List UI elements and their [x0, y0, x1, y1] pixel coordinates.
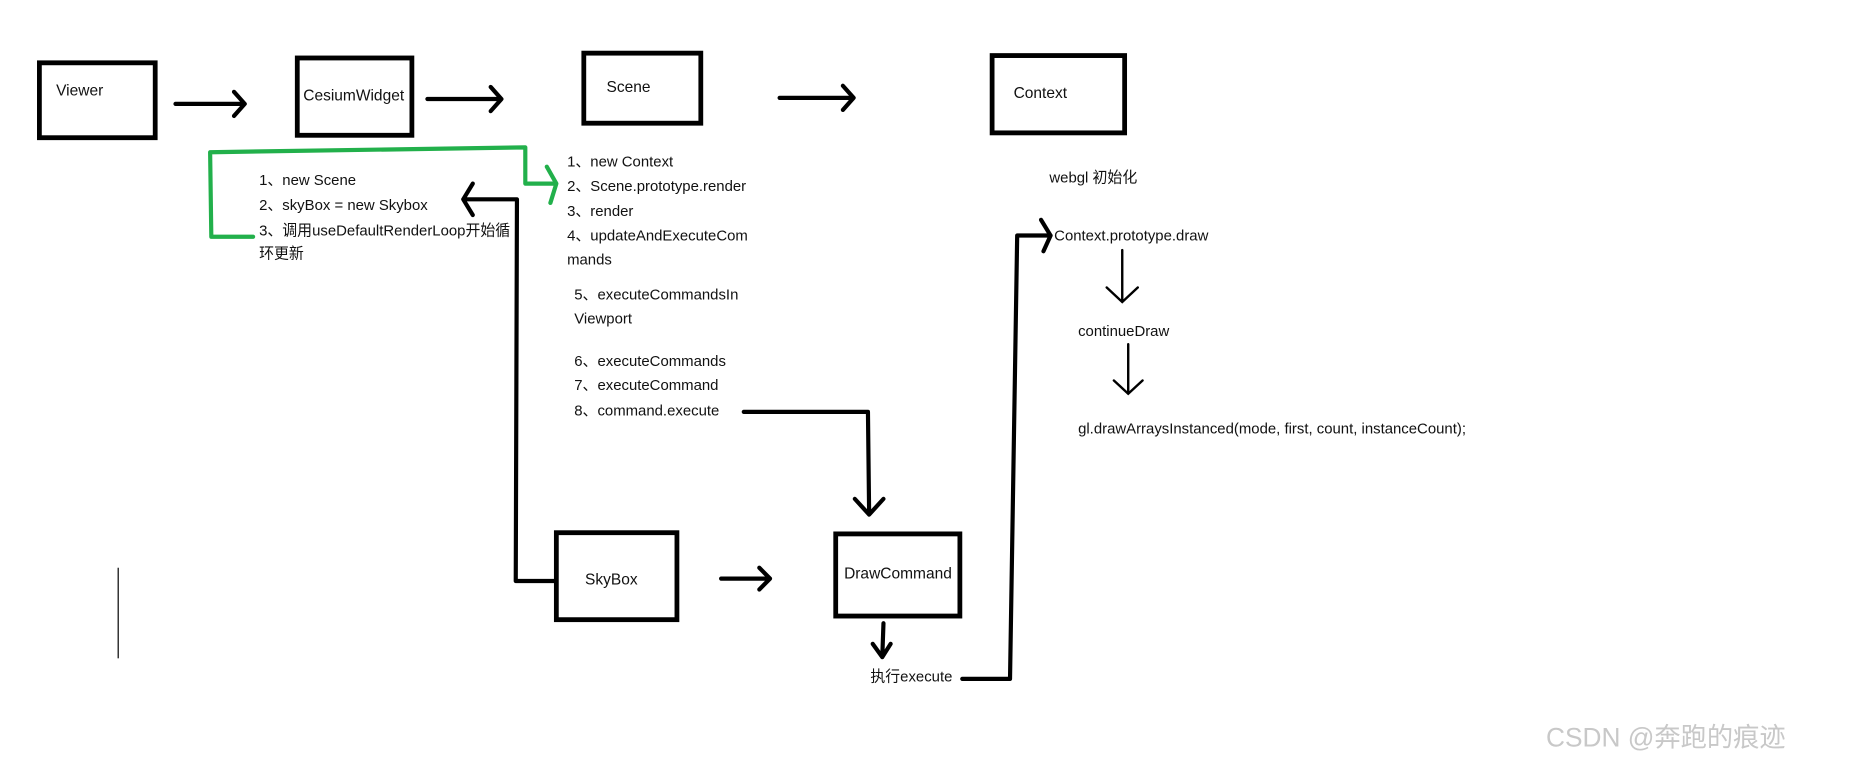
node-scene: Scene	[581, 50, 704, 126]
node-skybox-label: SkyBox	[585, 572, 638, 589]
node-draw-command: DrawCommand	[833, 531, 963, 619]
node-cesium-widget: CesiumWidget	[294, 55, 415, 138]
arrow-widget-to-scene	[425, 84, 504, 114]
execute-label: 执行execute	[870, 668, 952, 685]
arrow-execute-to-context-draw	[960, 217, 1053, 681]
watermark: CSDN @奔跑的痕迹	[1546, 722, 1786, 752]
step-text: 3、render	[567, 203, 633, 220]
node-scene-label: Scene	[606, 79, 650, 96]
step-text: 6、executeCommands	[574, 353, 726, 370]
step-text: 3、调用useDefaultRenderLoop开始循	[259, 222, 510, 239]
step-text: Viewport	[574, 311, 633, 328]
step-text: 4、updateAndExecuteCom	[567, 227, 748, 244]
context-draw-note: Context.prototype.draw	[1054, 227, 1208, 244]
step-text: 5、executeCommandsIn	[574, 286, 738, 303]
step-text: 2、Scene.prototype.render	[567, 178, 746, 195]
node-context-label: Context	[1014, 85, 1068, 102]
step-text: mands	[567, 251, 612, 268]
webgl-init-note: webgl 初始化	[1048, 169, 1137, 186]
scene-steps: 1、new Context 2、Scene.prototype.render 3…	[567, 154, 748, 420]
node-viewer-label: Viewer	[56, 82, 103, 99]
step-text: 1、new Scene	[259, 172, 356, 189]
arrow-viewer-to-widget	[173, 89, 247, 119]
step-text: 7、executeCommand	[574, 377, 718, 394]
step-text: 环更新	[259, 245, 304, 262]
arrow-skybox-to-drawcommand	[719, 565, 773, 592]
step-text: 8、command.execute	[574, 402, 719, 419]
diagram-canvas: Viewer CesiumWidget Scene Context SkyBox…	[37, 50, 1786, 753]
continue-draw-note: continueDraw	[1078, 323, 1169, 340]
step-text: 1、new Context	[567, 154, 674, 171]
arrow-down-2	[1112, 343, 1144, 396]
step-text: 2、skyBox = new Skybox	[259, 197, 428, 214]
gl-call-note: gl.drawArraysInstanced(mode, first, coun…	[1078, 421, 1466, 438]
arrow-down-1	[1105, 248, 1139, 304]
arrow-drawcommand-down	[870, 621, 893, 660]
node-context: Context	[989, 53, 1128, 136]
arrow-skybox-to-widget	[461, 181, 558, 584]
node-draw-command-label: DrawCommand	[844, 566, 952, 583]
arrow-scene-to-context	[777, 83, 856, 113]
node-cesium-widget-label: CesiumWidget	[303, 87, 405, 104]
node-viewer: Viewer	[37, 60, 158, 141]
node-skybox: SkyBox	[553, 530, 680, 623]
arrow-execute-to-drawcommand	[741, 409, 886, 517]
